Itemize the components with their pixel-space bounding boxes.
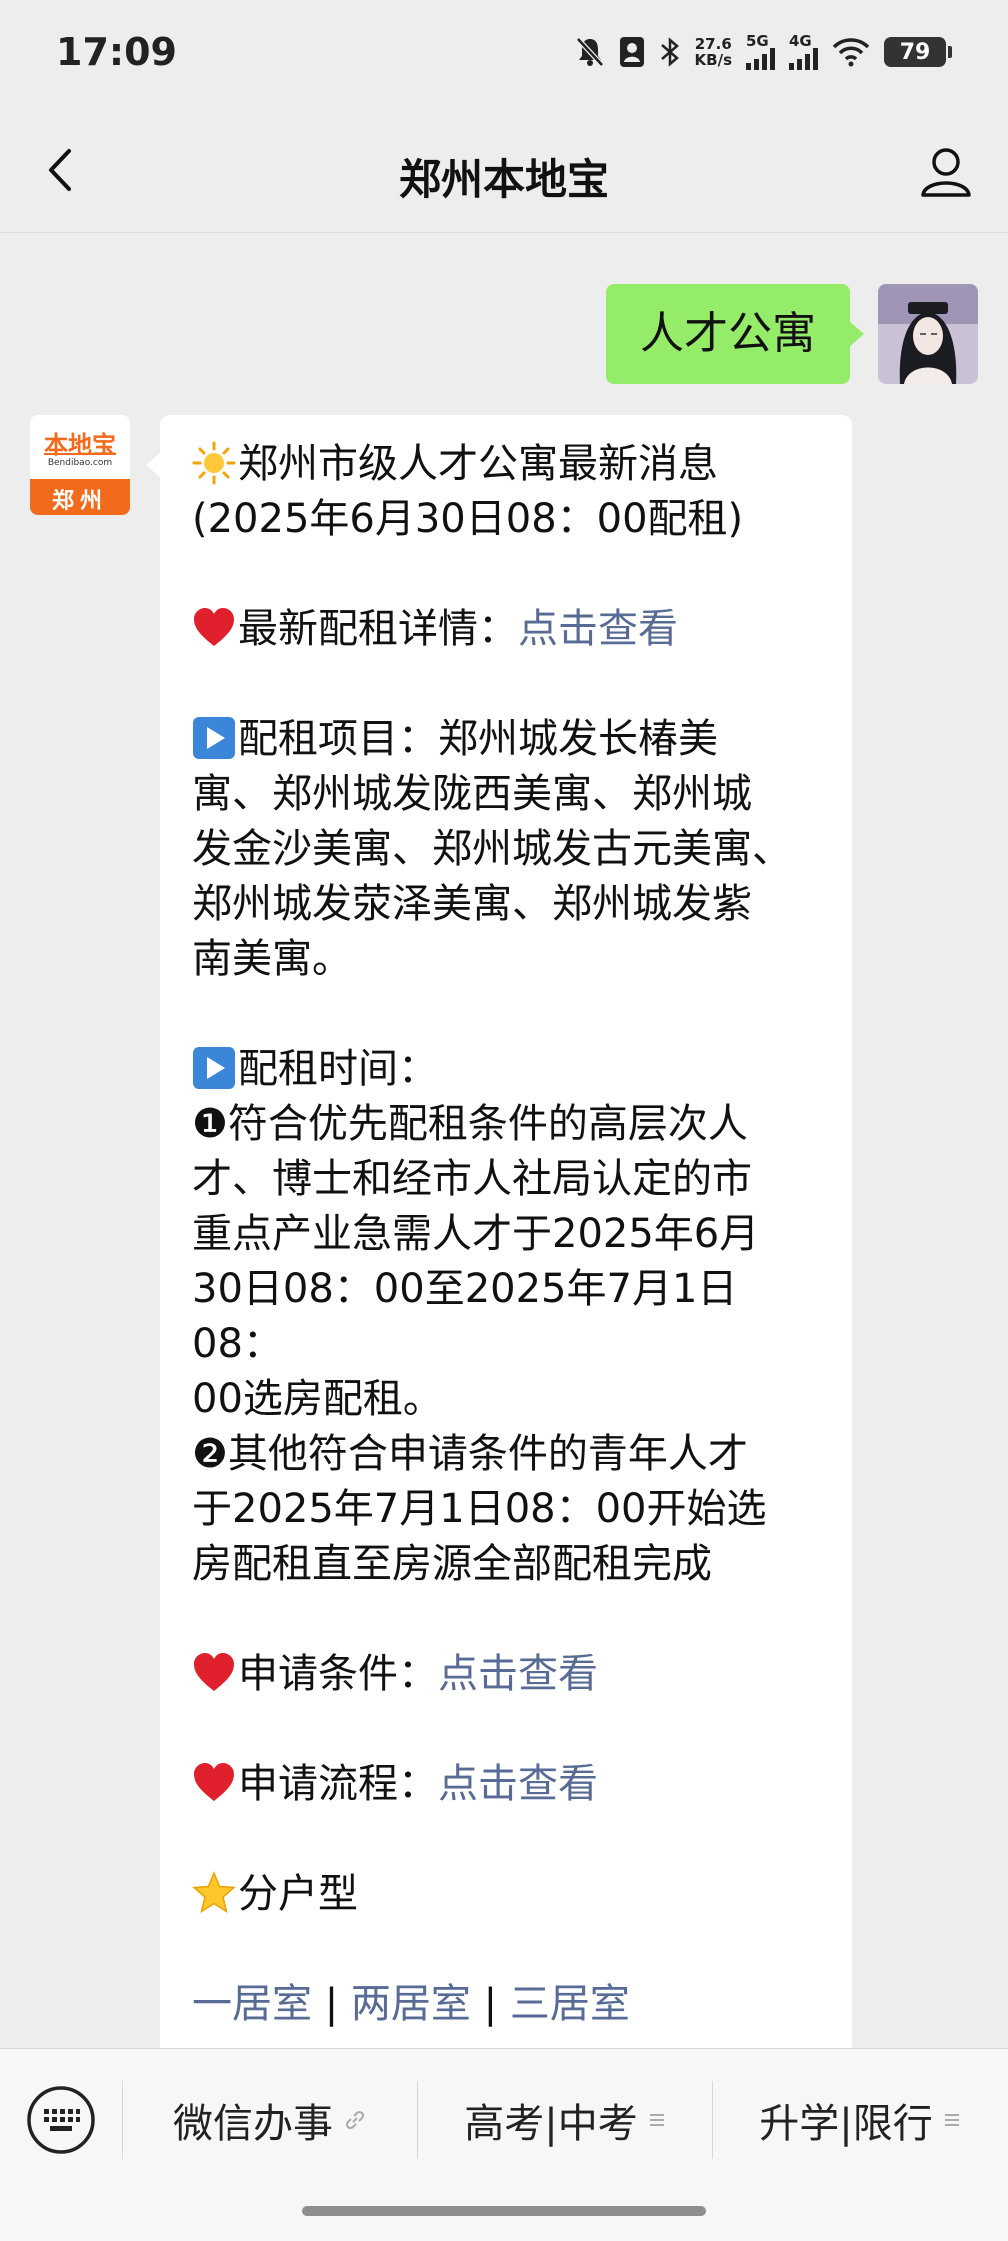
user-avatar[interactable]	[878, 284, 978, 384]
three-bedroom-link[interactable]: 三居室	[510, 1981, 630, 2027]
logo-city-text: 郑州	[51, 489, 108, 514]
projects-text: 寓、郑州城发陇西美寓、郑州城	[192, 771, 752, 817]
sender-avatar[interactable]: 本地宝 Bendibao.com 郑州	[30, 415, 130, 515]
keyboard-button[interactable]	[26, 2085, 96, 2155]
heart-icon	[194, 1653, 234, 1691]
one-bedroom-link[interactable]: 一居室	[192, 1981, 312, 2027]
outgoing-message-text: 人才公寓	[640, 308, 816, 359]
chat-header: 郑州本地宝	[0, 110, 1008, 233]
time-text: 重点产业急需人才于2025年6月	[192, 1211, 760, 1257]
time-text: 于2025年7月1日08：00开始选	[192, 1486, 767, 1532]
play-button-icon	[193, 1047, 235, 1089]
layout-links: 一居室 | 两居室 | 三居室	[192, 1977, 820, 2032]
separator: |	[483, 1981, 498, 2027]
play-button-icon	[193, 717, 235, 759]
menu-weixin-banshi[interactable]: 微信办事	[123, 2077, 417, 2163]
status-time: 17:09	[56, 30, 177, 74]
process-link[interactable]: 点击查看	[438, 1761, 598, 1807]
heart-icon	[194, 1763, 234, 1801]
time-line: 配租时间：	[192, 1042, 820, 1097]
wifi-icon	[832, 37, 870, 67]
battery-level: 79	[884, 37, 946, 67]
time-text: ❶符合优先配租条件的高层次人	[192, 1101, 748, 1147]
status-icons: 27.6 KB/s 5G 4G 79	[575, 30, 952, 74]
two-bedroom-link[interactable]: 两居室	[351, 1981, 471, 2027]
person-icon	[921, 148, 971, 197]
conditions-line: 申请条件：点击查看	[192, 1647, 820, 1702]
logo-url-text: Bendibao.com	[47, 458, 113, 468]
signal-icon	[746, 48, 775, 70]
process-line: 申请流程：点击查看	[192, 1757, 820, 1812]
chat-title: 郑州本地宝	[398, 155, 609, 204]
status-bar: 17:09 27.6 KB/s 5G 4G 79	[0, 0, 1008, 110]
menu-gaokao-zhongkao[interactable]: 高考|中考	[418, 2077, 712, 2163]
headline-date: (2025年6月30日08：00配租)	[192, 496, 744, 542]
net-speed: 27.6 KB/s	[694, 35, 732, 69]
conditions-link[interactable]: 点击查看	[438, 1651, 598, 1697]
link-icon	[345, 2110, 365, 2130]
separator: |	[324, 1981, 339, 2027]
projects-text: 南美寓。	[192, 936, 352, 982]
sun-icon	[192, 441, 236, 485]
projects-text: 发金沙美寓、郑州城发古元美寓、	[192, 826, 792, 872]
detail-line: 最新配租详情：点击查看	[192, 602, 820, 657]
menu-lines-icon	[649, 2114, 664, 2126]
time-text: 00选房配租。	[192, 1376, 443, 1422]
star-icon	[192, 1871, 236, 1914]
incoming-message[interactable]: 郑州市级人才公寓最新消息 (2025年6月30日08：00配租) 最新配租详情：…	[146, 415, 852, 2115]
home-indicator[interactable]	[302, 2206, 706, 2216]
layout-line: 分户型	[192, 1867, 820, 1922]
time-text: 30日08：00至2025年7月1日08：	[192, 1266, 738, 1367]
projects-text: 郑州城发荥泽美寓、郑州城发紫	[192, 881, 752, 927]
signal-5g: 5G	[746, 34, 775, 70]
time-text: 房配租直至房源全部配租完成	[192, 1541, 712, 1587]
portrait-icon	[619, 36, 645, 68]
battery-icon: 79	[884, 37, 952, 67]
bluetooth-icon	[659, 36, 681, 68]
signal-4g: 4G	[789, 34, 818, 70]
menu-lines-icon	[944, 2114, 959, 2126]
profile-button[interactable]	[914, 140, 978, 204]
signal-icon	[789, 48, 818, 70]
time-text: 才、博士和经市人社局认定的市	[192, 1156, 752, 1202]
heart-icon	[194, 608, 234, 646]
menu-shengxue-xianxing[interactable]: 升学|限行	[713, 2077, 1007, 2163]
outgoing-message[interactable]: 人才公寓	[606, 284, 864, 384]
mute-bell-icon	[575, 36, 605, 68]
detail-link[interactable]: 点击查看	[518, 606, 678, 652]
headline: 郑州市级人才公寓最新消息	[192, 437, 820, 492]
projects-line: 配租项目：郑州城发长椿美	[192, 712, 820, 767]
keyboard-icon	[27, 2086, 95, 2154]
time-text: ❷其他符合申请条件的青年人才	[192, 1431, 748, 1477]
